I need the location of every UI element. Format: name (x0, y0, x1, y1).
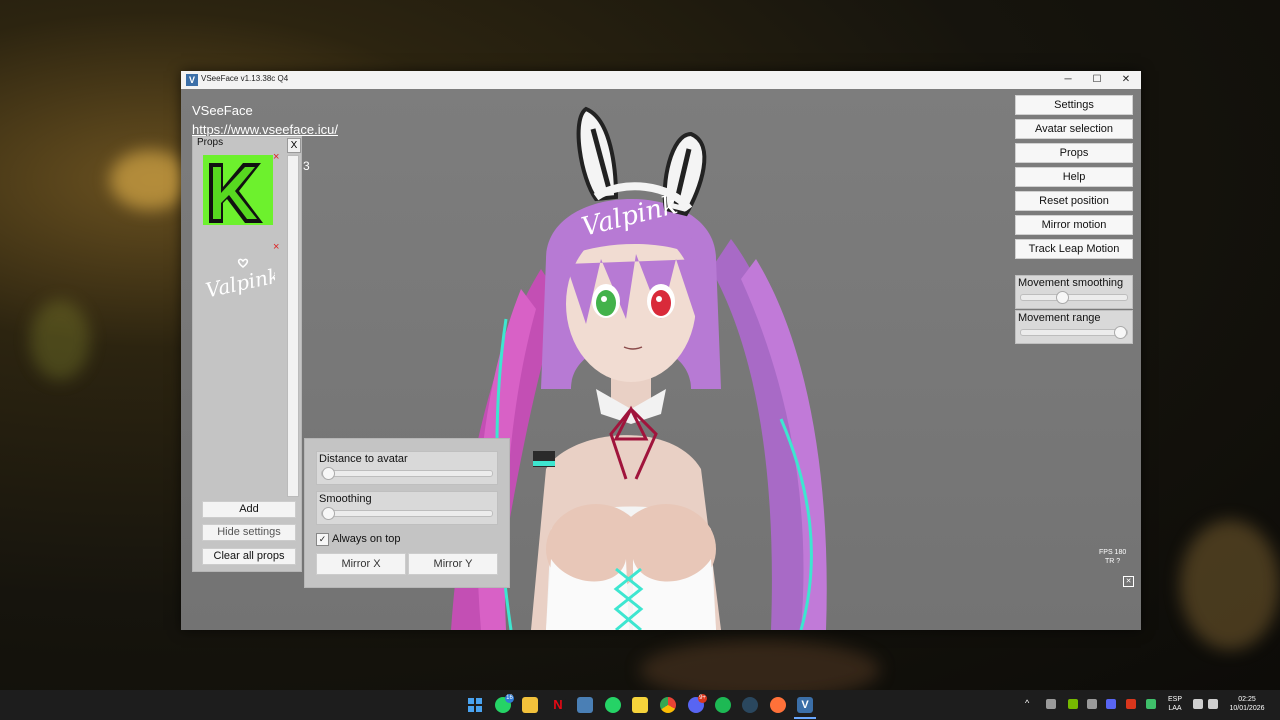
add-prop-button[interactable]: Add (202, 501, 296, 518)
movement-range-group: Movement range (1015, 310, 1133, 344)
microphone-tray-icon[interactable] (1146, 699, 1156, 709)
smoothing-slider-knob[interactable] (322, 507, 335, 520)
movement-range-track[interactable] (1020, 329, 1128, 336)
chrome-icon[interactable] (660, 697, 676, 713)
files-icon[interactable] (577, 697, 593, 713)
prop-settings-panel: Distance to avatar Smoothing ✓ Always on… (304, 438, 510, 588)
tray-app-icon[interactable] (1126, 699, 1136, 709)
title-bar[interactable]: V VSeeFace v1.13.38c Q4 ─ ☐ ✕ (181, 71, 1141, 89)
movement-smoothing-knob[interactable] (1056, 291, 1069, 304)
file-explorer-icon[interactable] (522, 697, 538, 713)
always-on-top-checkbox[interactable]: ✓ (316, 533, 329, 546)
movement-range-knob[interactable] (1114, 326, 1127, 339)
movement-smoothing-track[interactable] (1020, 294, 1128, 301)
clock-date: 10/01/2026 (1229, 705, 1265, 712)
settings-button[interactable]: Settings (1015, 95, 1133, 115)
active-app-indicator (794, 717, 816, 719)
remove-prop-2-icon[interactable]: × (273, 241, 279, 253)
clock-time: 02:25 (1238, 696, 1256, 703)
discord-tray-icon[interactable] (1106, 699, 1116, 709)
spotify-icon[interactable] (715, 697, 731, 713)
app-name: VSeeFace (192, 103, 253, 118)
distance-slider-group: Distance to avatar (316, 451, 498, 485)
valpink-prop-text: Valpink (203, 263, 275, 302)
movement-range-label: Movement range (1018, 312, 1101, 324)
close-button[interactable]: ✕ (1111, 71, 1141, 89)
distance-track[interactable] (321, 470, 493, 477)
distance-label: Distance to avatar (319, 453, 408, 465)
keyboard-layout: LAA (1168, 705, 1182, 712)
firefox-icon[interactable] (770, 697, 786, 713)
background-glass (1180, 520, 1280, 650)
network-icon[interactable] (1193, 699, 1203, 709)
always-on-top-label: Always on top (332, 533, 401, 545)
hide-settings-button[interactable]: Hide settings (202, 524, 296, 541)
smoothing-track[interactable] (321, 510, 493, 517)
reset-position-button[interactable]: Reset position (1015, 191, 1133, 211)
nvidia-tray-icon[interactable] (1068, 699, 1078, 709)
avatar-selection-button[interactable]: Avatar selection (1015, 119, 1133, 139)
hide-ui-icon[interactable]: ✕ (1123, 576, 1134, 587)
steam-tray-icon[interactable] (1046, 699, 1056, 709)
window-title: VSeeFace v1.13.38c Q4 (201, 74, 289, 83)
whatsapp-desktop-icon[interactable] (605, 697, 621, 713)
maximize-button[interactable]: ☐ (1082, 71, 1112, 89)
netflix-icon[interactable]: N (550, 697, 566, 713)
sticky-notes-icon[interactable] (632, 697, 648, 713)
vseeface-app-icon: V (186, 74, 198, 86)
clear-all-props-button[interactable]: Clear all props (202, 548, 296, 565)
discord-badge: 9+ (698, 694, 707, 703)
movement-smoothing-label: Movement smoothing (1018, 277, 1124, 289)
clock[interactable]: 02:25 10/01/2026 (1225, 695, 1269, 713)
background-light (110, 150, 190, 210)
steam-icon[interactable] (742, 697, 758, 713)
background-light (30, 300, 90, 380)
movement-smoothing-group: Movement smoothing (1015, 275, 1133, 309)
props-panel: Props X 3 × Valpink × Add Hide settings … (192, 136, 310, 572)
language-code: ESP (1167, 696, 1182, 703)
props-close-button[interactable]: X (287, 138, 301, 153)
vseeface-window: V VSeeFace v1.13.38c Q4 ─ ☐ ✕ Valpink VS… (181, 71, 1141, 630)
minimize-button[interactable]: ─ (1053, 71, 1083, 89)
vseeface-taskbar-icon[interactable]: V (797, 697, 813, 713)
website-link[interactable]: https://www.vseeface.icu/ (192, 122, 338, 137)
tray-overflow-icon[interactable]: ^ (1025, 699, 1029, 708)
distance-slider-knob[interactable] (322, 467, 335, 480)
help-button[interactable]: Help (1015, 167, 1133, 187)
props-button[interactable]: Props (1015, 143, 1133, 163)
avatar-viewport[interactable]: Valpink VSeeFace https://www.vseeface.ic… (181, 89, 1141, 630)
smoothing-label: Smoothing (319, 493, 372, 505)
mirror-x-button[interactable]: Mirror X (316, 553, 406, 575)
track-leap-motion-button[interactable]: Track Leap Motion (1015, 239, 1133, 259)
language-indicator[interactable]: ESP LAA (1166, 695, 1184, 713)
hidden-text-fragment: 3 (303, 159, 310, 173)
mirror-y-button[interactable]: Mirror Y (408, 553, 498, 575)
tracking-status: TR ? (1105, 558, 1121, 565)
windows-start-icon[interactable] (467, 697, 483, 713)
fps-readout: FPS 180 TR ? (1099, 548, 1126, 566)
remove-prop-1-icon[interactable]: × (273, 151, 279, 163)
valpink-logo-prop-image[interactable]: Valpink (199, 245, 275, 321)
props-panel-title: Props (197, 137, 224, 148)
smoothing-slider-group: Smoothing (316, 491, 498, 525)
tray-app-icon[interactable] (1087, 699, 1097, 709)
taskbar: 16 N 9+ V ^ ESP LAA 02:25 10/01/2026 (0, 690, 1280, 720)
fps-value: FPS 180 (1099, 549, 1127, 556)
volume-icon[interactable] (1208, 699, 1218, 709)
props-scrollbar[interactable] (287, 155, 299, 497)
mirror-motion-button[interactable]: Mirror motion (1015, 215, 1133, 235)
green-k-prop-image[interactable] (199, 153, 275, 229)
whatsapp-badge: 16 (505, 694, 514, 703)
